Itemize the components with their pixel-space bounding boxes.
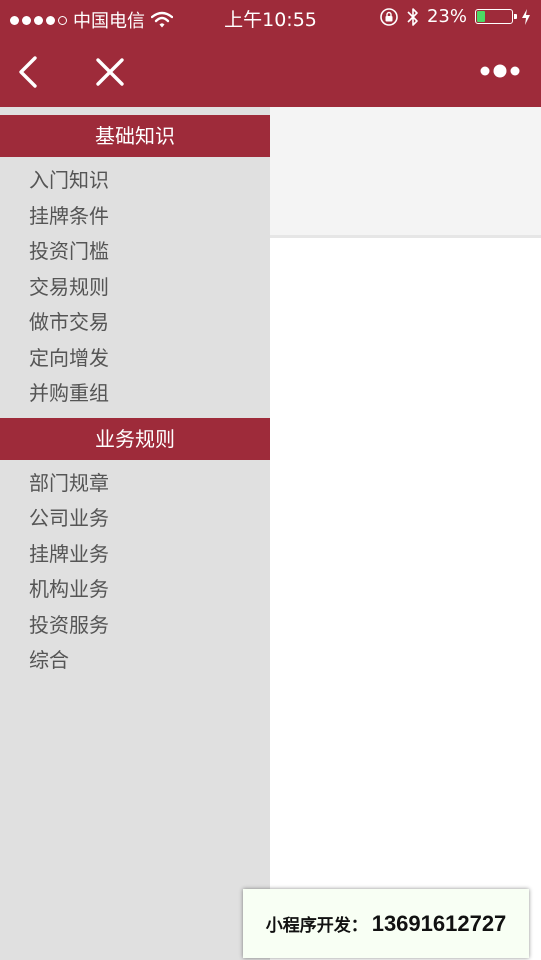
sidebar-item[interactable]: 公司业务 (0, 501, 270, 537)
sidebar-item[interactable]: 投资服务 (0, 608, 270, 644)
battery-level (477, 11, 485, 22)
battery-icon (475, 9, 517, 24)
sidebar-item[interactable]: 入门知识 (0, 163, 270, 199)
battery-percent: 23% (426, 6, 467, 27)
close-icon[interactable] (94, 56, 126, 88)
chevron-left-icon[interactable] (14, 54, 44, 90)
content-header-area (270, 107, 541, 238)
more-dots-icon[interactable] (479, 63, 521, 79)
top-bar: 中国电信 上午10:55 23% (0, 0, 541, 107)
status-right: 23% (379, 6, 531, 27)
navigation-bar (0, 36, 541, 107)
category-list-rules: 部门规章 公司业务 挂牌业务 机构业务 投资服务 综合 (0, 460, 270, 681)
rotation-lock-icon (380, 7, 398, 26)
sidebar-item[interactable]: 投资门槛 (0, 234, 270, 270)
sidebar-item[interactable]: 机构业务 (0, 572, 270, 608)
charging-icon (522, 8, 530, 25)
sidebar-item[interactable]: 交易规则 (0, 270, 270, 306)
category-header-rules[interactable]: 业务规则 (0, 417, 270, 460)
sidebar-item[interactable]: 综合 (0, 643, 270, 679)
sidebar-item[interactable]: 并购重组 (0, 376, 270, 412)
category-header-basics[interactable]: 基础知识 (0, 115, 270, 157)
banner-label: 小程序开发： (265, 916, 368, 935)
status-bar: 中国电信 上午10:55 23% (0, 0, 541, 36)
developer-contact-banner[interactable]: 小程序开发： 13691612727 (243, 889, 529, 958)
banner-phone-number: 13691612727 (371, 910, 507, 936)
sidebar-item[interactable]: 定向增发 (0, 341, 270, 377)
bluetooth-icon (407, 7, 418, 26)
sidebar-item[interactable]: 挂牌业务 (0, 537, 270, 573)
sidebar-item[interactable]: 挂牌条件 (0, 199, 270, 235)
category-sidebar: 基础知识 入门知识 挂牌条件 投资门槛 交易规则 做市交易 定向增发 并购重组 … (0, 107, 270, 960)
sidebar-item[interactable]: 部门规章 (0, 466, 270, 502)
category-list-basics: 入门知识 挂牌条件 投资门槛 交易规则 做市交易 定向增发 并购重组 (0, 157, 270, 414)
sidebar-item[interactable]: 做市交易 (0, 305, 270, 341)
